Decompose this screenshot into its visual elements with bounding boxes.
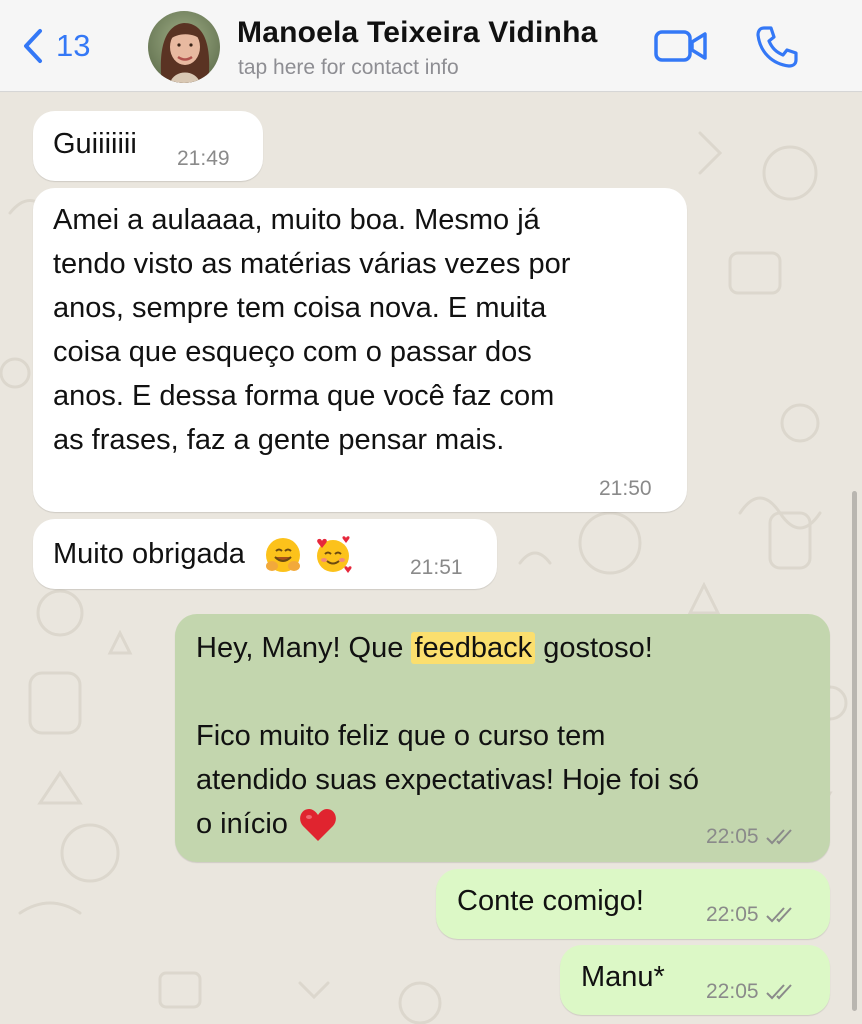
voice-call-button[interactable] xyxy=(754,24,800,70)
contact-name[interactable]: Manoela Teixeira Vidinha xyxy=(237,16,597,50)
message-time-text: 22:05 xyxy=(706,980,759,1003)
chevron-left-icon xyxy=(24,29,42,63)
message-text-part: gostoso! xyxy=(535,632,653,664)
message-outgoing[interactable]: Hey, Many! Que feedback gostoso! Fico mu… xyxy=(175,614,830,862)
message-incoming[interactable]: Muito obrigada 21:51 xyxy=(33,519,497,589)
scrollbar[interactable] xyxy=(852,491,857,1011)
smiling-face-with-hearts-emoji xyxy=(316,536,352,574)
hugging-face-emoji xyxy=(265,538,300,573)
contact-info-hint[interactable]: tap here for contact info xyxy=(238,56,459,80)
chat-header: 13 Manoela Teixeira Vidinha tap here for… xyxy=(0,0,862,92)
message-text: Manu* xyxy=(581,961,665,993)
message-time: 21:50 xyxy=(599,477,652,500)
message-time: 22:05 xyxy=(706,903,795,927)
message-time-text: 22:05 xyxy=(706,825,759,848)
video-call-button[interactable] xyxy=(654,28,708,64)
message-line: Hey, Many! Que feedback gostoso! xyxy=(196,626,699,670)
read-receipt-icon xyxy=(765,907,792,923)
message-line: as frases, faz a gente pensar mais. xyxy=(53,424,505,456)
back-button[interactable]: 13 xyxy=(22,24,90,68)
message-line: coisa que esqueço com o passar dos xyxy=(53,336,532,368)
message-text-body: Muito obrigada xyxy=(53,538,245,570)
message-time: 22:05 xyxy=(706,825,795,849)
message-text-part: o início xyxy=(196,808,288,840)
red-heart-emoji xyxy=(300,809,336,842)
search-highlight: feedback xyxy=(411,632,536,664)
message-time: 21:51 xyxy=(410,556,463,579)
read-receipt-icon xyxy=(765,829,792,845)
message-text-part: Hey, Many! Que xyxy=(196,632,412,664)
avatar[interactable] xyxy=(148,11,220,83)
message-line: atendido suas expectativas! Hoje foi só xyxy=(196,764,699,796)
message-line: Fico muito feliz que o curso tem xyxy=(196,720,606,752)
message-outgoing[interactable]: Manu* 22:05 xyxy=(560,945,830,1015)
message-line: tendo visto as matérias várias vezes por xyxy=(53,248,571,280)
message-time: 22:05 xyxy=(706,980,795,1004)
message-incoming[interactable]: Guiiiiiii 21:49 xyxy=(33,111,263,181)
read-receipt-icon xyxy=(765,984,792,1000)
video-camera-icon xyxy=(654,30,707,62)
message-text: Muito obrigada xyxy=(53,532,353,576)
message-line: Amei a aulaaaa, muito boa. Mesmo já xyxy=(53,204,540,236)
message-text: Conte comigo! xyxy=(457,885,644,917)
message-time: 21:49 xyxy=(177,147,230,170)
message-line: o início xyxy=(196,802,699,846)
message-outgoing[interactable]: Conte comigo! 22:05 xyxy=(436,869,830,939)
message-list[interactable]: Guiiiiiii 21:49 Amei a aulaaaa, muito bo… xyxy=(0,93,862,1024)
message-line: anos, sempre tem coisa nova. E muita xyxy=(53,292,547,324)
message-line: anos. E dessa forma que você faz com xyxy=(53,380,555,412)
message-time-text: 22:05 xyxy=(706,903,759,926)
phone-icon xyxy=(756,26,798,68)
unread-count: 13 xyxy=(56,28,91,63)
message-text: Guiiiiiii xyxy=(53,128,137,160)
message-incoming[interactable]: Amei a aulaaaa, muito boa. Mesmo já tend… xyxy=(33,188,687,512)
